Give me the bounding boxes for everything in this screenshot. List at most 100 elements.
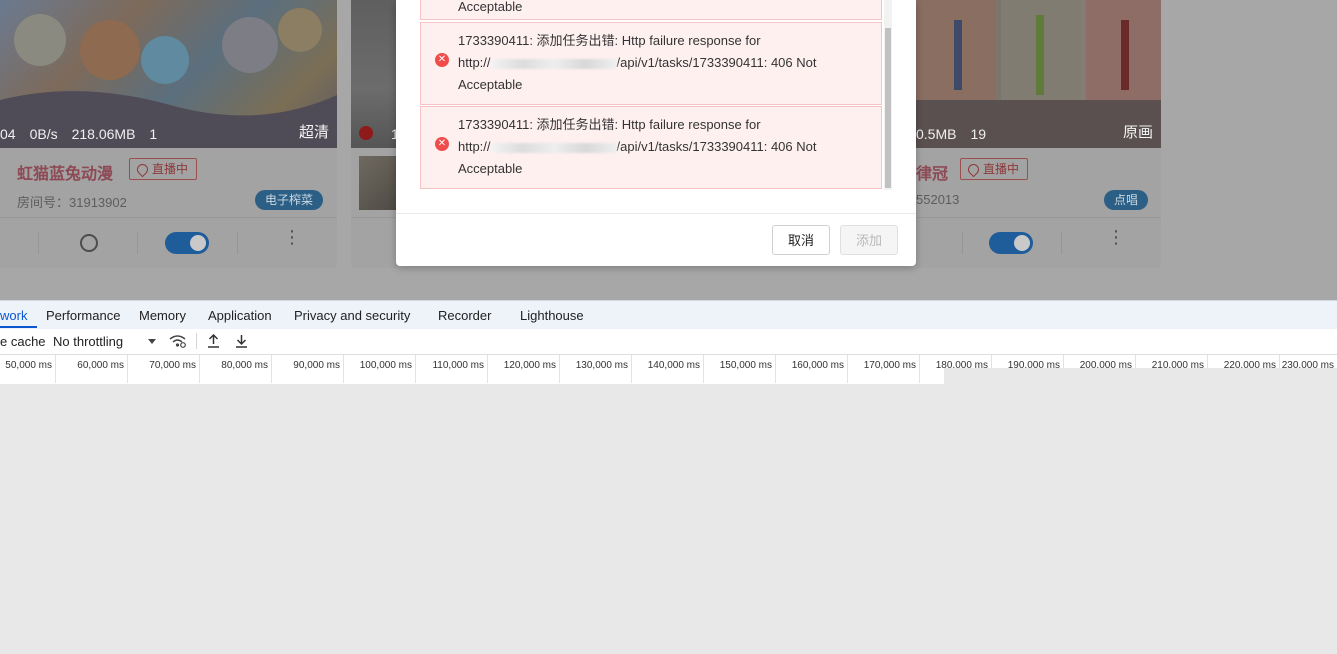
- room-number: 552013: [916, 192, 960, 207]
- live-badge: 直播中: [129, 158, 198, 180]
- redacted-host: [490, 58, 617, 69]
- quality-label: 超清: [298, 124, 329, 141]
- live-badge-label: 直播中: [152, 162, 189, 176]
- flame-icon: [134, 161, 151, 178]
- room-number: 房间号：31913902: [17, 195, 127, 210]
- stat-duration: 04: [0, 126, 16, 142]
- error-text: Acceptable: [458, 161, 523, 176]
- timeline-tick: 110,000 ms: [416, 355, 488, 383]
- error-url-prefix: http://: [458, 55, 491, 70]
- live-badge-label: 直播中: [983, 162, 1020, 176]
- divider: [38, 232, 39, 254]
- flame-icon: [965, 161, 982, 178]
- room-card[interactable]: 0.5MB 19 原画 律冠 直播中 552013 点唱 ⋮: [916, 0, 1161, 268]
- error-message: ✕ 1733390411: 添加任务出错: Http failure respo…: [420, 106, 882, 189]
- category-tag[interactable]: 点唱: [1104, 190, 1149, 210]
- divider: [1061, 232, 1062, 254]
- timeline-tick: 120,000 ms: [488, 355, 560, 383]
- error-url-suffix: /api/v1/tasks/1733390411: 406 Not: [616, 139, 817, 154]
- tab-recorder[interactable]: Recorder: [438, 308, 491, 323]
- room-thumbnail[interactable]: 0.5MB 19 原画: [916, 0, 1161, 148]
- room-thumbnail[interactable]: 04 0B/s 218.06MB 1 超清: [0, 0, 337, 148]
- error-text: Acceptable: [458, 0, 523, 14]
- timeline-tick: 60,000 ms: [56, 355, 128, 383]
- timeline-tick: 170,000 ms: [848, 355, 920, 383]
- gear-icon[interactable]: [80, 234, 98, 252]
- add-task-dialog: Acceptable ✕ 1733390411: 添加任务出错: Http fa…: [396, 0, 916, 266]
- more-icon[interactable]: ⋮: [1107, 228, 1125, 246]
- error-icon: ✕: [435, 53, 449, 67]
- timeline-tick: 90,000 ms: [272, 355, 344, 383]
- error-url-line: http:// /api/v1/tasks/1733390411: 406 Not: [458, 52, 867, 74]
- error-text: Acceptable: [458, 77, 523, 92]
- disable-cache-label[interactable]: e cache: [0, 334, 46, 349]
- tab-application[interactable]: Application: [208, 308, 272, 323]
- divider: [237, 232, 238, 254]
- tab-network[interactable]: work: [0, 308, 27, 323]
- record-dot-icon: [359, 126, 373, 140]
- timeline-tick: 80,000 ms: [200, 355, 272, 383]
- network-overview-timeline[interactable]: 50,000 ms 60,000 ms 70,000 ms 80,000 ms …: [0, 355, 1337, 384]
- error-icon: ✕: [435, 137, 449, 151]
- error-text: 1733390411: 添加任务出错: Http failure respons…: [458, 117, 761, 132]
- timeline-tick: 140,000 ms: [632, 355, 704, 383]
- devtools-panel: work Performance Memory Application Priv…: [0, 300, 1337, 654]
- card-actions: [351, 217, 399, 268]
- stat-count: 19: [970, 126, 987, 142]
- category-tag[interactable]: 电子榨菜: [255, 190, 324, 210]
- download-icon[interactable]: [235, 334, 248, 348]
- tab-lighthouse[interactable]: Lighthouse: [520, 308, 584, 323]
- room-card[interactable]: 1: [351, 0, 399, 268]
- tab-performance[interactable]: Performance: [46, 308, 120, 323]
- throttling-select[interactable]: No throttling: [53, 334, 123, 349]
- room-card[interactable]: 04 0B/s 218.06MB 1 超清 虹猫蓝兔动漫 直播中 房间号：319…: [0, 0, 337, 268]
- timeline-tick: 150,000 ms: [704, 355, 776, 383]
- error-text: 1733390411: 添加任务出错: Http failure respons…: [458, 33, 761, 48]
- dialog-footer: 取消 添加: [396, 213, 916, 267]
- live-badge: 直播中: [960, 158, 1029, 180]
- recording-toggle[interactable]: [989, 232, 1033, 254]
- room-thumbnail[interactable]: 1: [351, 0, 399, 148]
- network-toolbar: e cache No throttling: [0, 329, 1337, 355]
- timeline-tick: 100,000 ms: [344, 355, 416, 383]
- error-message: ✕ 1733390411: 添加任务出错: Http failure respo…: [420, 22, 882, 105]
- recording-toggle[interactable]: [165, 232, 209, 254]
- network-conditions-icon[interactable]: [169, 334, 186, 348]
- timeline-tick: 70,000 ms: [128, 355, 200, 383]
- devtools-tab-bar: work Performance Memory Application Priv…: [0, 300, 1337, 330]
- cancel-button[interactable]: 取消: [772, 225, 831, 255]
- quality-label: 原画: [1122, 124, 1153, 141]
- stat-count: 1: [149, 126, 158, 142]
- stream-stats: 04 0B/s 218.06MB 1: [0, 126, 327, 142]
- timeline-overlay: [944, 368, 1337, 384]
- active-tab-indicator: [0, 326, 37, 328]
- stream-stats: 0.5MB 19: [916, 126, 1151, 142]
- stat-speed: 0B/s: [29, 126, 58, 142]
- divider: [137, 232, 138, 254]
- error-message: Acceptable: [420, 0, 882, 20]
- error-url-prefix: http://: [458, 139, 491, 154]
- card-actions: ⋮: [0, 217, 337, 268]
- error-url-suffix: /api/v1/tasks/1733390411: 406 Not: [616, 55, 817, 70]
- room-title[interactable]: 律冠: [916, 160, 948, 184]
- toolbar-separator: [196, 333, 197, 349]
- error-message-list[interactable]: Acceptable ✕ 1733390411: 添加任务出错: Http fa…: [420, 0, 884, 190]
- tab-memory[interactable]: Memory: [139, 308, 186, 323]
- timeline-tick: 160,000 ms: [776, 355, 848, 383]
- room-title[interactable]: 虹猫蓝兔动漫: [17, 160, 113, 184]
- scrollbar-thumb[interactable]: [885, 28, 891, 188]
- more-icon[interactable]: ⋮: [283, 228, 301, 246]
- redacted-host: [490, 142, 617, 153]
- error-url-line: http:// /api/v1/tasks/1733390411: 406 Not: [458, 136, 867, 158]
- upload-icon[interactable]: [207, 334, 220, 348]
- stat-size: 0.5MB: [916, 126, 957, 142]
- card-actions: ⋮: [916, 217, 1161, 268]
- stat-size: 218.06MB: [71, 126, 136, 142]
- add-button[interactable]: 添加: [840, 225, 899, 255]
- timeline-tick: 130,000 ms: [560, 355, 632, 383]
- tab-privacy-security[interactable]: Privacy and security: [294, 308, 410, 323]
- avatar: [359, 156, 399, 210]
- divider: [962, 232, 963, 254]
- timeline-tick: 50,000 ms: [0, 355, 56, 383]
- chevron-down-icon[interactable]: [148, 339, 156, 344]
